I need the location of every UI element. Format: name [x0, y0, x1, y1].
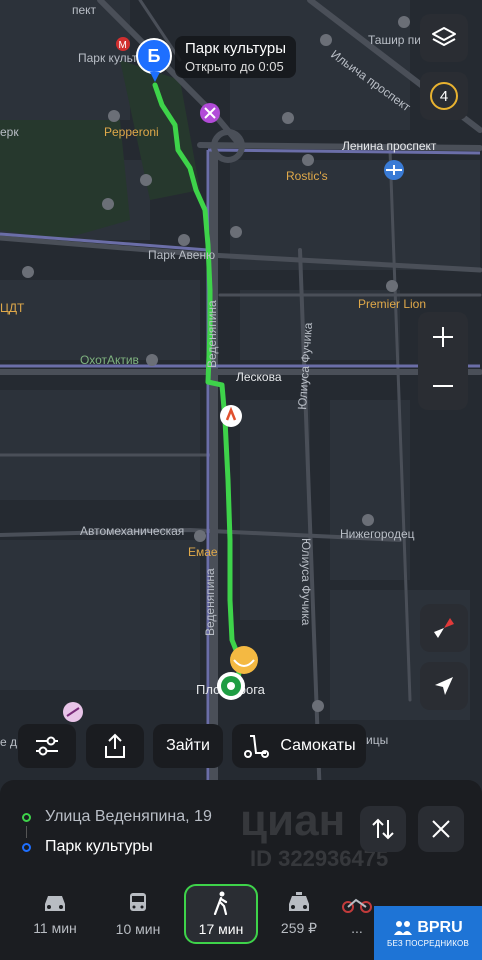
- sliders-icon: [36, 736, 58, 756]
- mode-bus[interactable]: 10 мин: [101, 884, 175, 944]
- mode-walk-label: 17 мин: [198, 921, 244, 937]
- mode-taxi[interactable]: 259 ₽: [262, 884, 336, 944]
- moto-icon: [342, 898, 372, 913]
- map-label-tsdt: ЦДТ: [0, 301, 25, 315]
- bus-icon: [130, 893, 146, 911]
- scooters-button[interactable]: Самокаты: [232, 724, 366, 768]
- route-connector: [26, 826, 27, 838]
- people-icon: [394, 920, 413, 935]
- bpru-badge: BPRU БЕЗ ПОСРЕДНИКОВ: [374, 906, 482, 960]
- route-from-field[interactable]: Улица Веденяпина, 19: [22, 808, 212, 826]
- map-label-lenina: Ленина проспект: [342, 139, 437, 153]
- swap-route-button[interactable]: [360, 806, 406, 852]
- mode-taxi-label: 259 ₽: [280, 919, 318, 936]
- mode-moto-label: ...: [351, 920, 363, 936]
- plane-poi-icon: [384, 160, 404, 180]
- zoom-out-button[interactable]: [418, 361, 468, 410]
- car-icon: [45, 896, 65, 911]
- scooter-icon: [244, 735, 270, 758]
- map-label-vedenyapina-1: Веденяпина: [205, 300, 219, 368]
- map-label-emae: Емае: [188, 545, 218, 559]
- map-label-perk: ерк: [0, 125, 19, 139]
- watermark-brand: циан: [240, 796, 346, 845]
- map-label-nizhegorodets: Нижегородец: [340, 527, 415, 541]
- fuel-poi-icon: [220, 405, 242, 427]
- map-label-tashir: Ташир пи: [368, 33, 421, 47]
- map-label-rostics: Rostic's: [286, 169, 328, 183]
- map-label-pepperoni: Pepperoni: [104, 125, 159, 139]
- destination-label[interactable]: Парк культуры Открыто до 0:05: [175, 36, 296, 78]
- route-settings-button[interactable]: [18, 724, 76, 768]
- mode-car[interactable]: 11 мин: [18, 884, 92, 944]
- map-label-de: е д: [0, 735, 17, 749]
- map-label-leskova: Лескова: [236, 370, 282, 384]
- mode-bus-label: 10 мин: [115, 921, 161, 937]
- route-to-text: Парк культуры: [45, 838, 153, 855]
- destination-pin-tail: [150, 72, 160, 82]
- svg-text:M: M: [119, 40, 127, 51]
- route-to-field[interactable]: Парк культуры: [22, 838, 153, 856]
- map-canvas[interactable]: пект Парк культу Pepperoni ерк Ташир пи …: [0, 0, 482, 800]
- compass-button[interactable]: [420, 604, 468, 652]
- taxi-icon: [289, 891, 309, 911]
- food-poi-icon: [230, 646, 258, 674]
- location-arrow-icon: [435, 677, 453, 695]
- close-icon: [432, 820, 450, 838]
- destination-pin-letter: Б: [147, 45, 161, 66]
- map-label-ohotaktiv: ОхотАктив: [80, 353, 139, 367]
- destination-pin[interactable]: Б: [136, 38, 172, 74]
- enter-label: Зайти: [166, 737, 210, 754]
- share-button[interactable]: [86, 724, 144, 768]
- walk-icon: [213, 891, 228, 915]
- mode-car-label: 11 мин: [33, 920, 77, 936]
- enter-button[interactable]: Зайти: [153, 724, 223, 768]
- scooter-poi-icon: [63, 702, 83, 722]
- zoom-controls: [418, 312, 468, 410]
- destination-name: Парк культуры: [185, 40, 286, 57]
- bpru-subtitle: БЕЗ ПОСРЕДНИКОВ: [387, 938, 469, 948]
- compass-icon: [434, 618, 454, 638]
- bpru-title: BPRU: [417, 918, 463, 936]
- cross-poi-icon: [200, 103, 220, 123]
- map-label-avtomehanicheskaya: Автомеханическая: [80, 524, 184, 538]
- mode-walk[interactable]: 17 мин: [184, 884, 258, 944]
- map-label-fuchika-2: Юлиуса Фучика: [299, 538, 313, 626]
- map-label-prospekt: пект: [72, 3, 97, 17]
- map-label-park-kultury: Парк культу: [78, 51, 144, 65]
- metro-icon: M: [116, 37, 130, 51]
- map-label-tsy: ицы: [366, 733, 388, 747]
- map-label-premier-lion: Premier Lion: [358, 297, 426, 311]
- from-dot-icon: [22, 812, 31, 822]
- destination-hours: Открыто до 0:05: [185, 59, 284, 74]
- scooters-label: Самокаты: [280, 737, 356, 754]
- to-dot-icon: [22, 842, 31, 852]
- traffic-counter-button[interactable]: 4: [420, 72, 468, 120]
- zoom-in-button[interactable]: [418, 312, 468, 361]
- swap-icon: [372, 818, 394, 840]
- close-route-button[interactable]: [418, 806, 464, 852]
- layers-icon: [432, 27, 456, 46]
- map-label-vedenyapina-2: Веденяпина: [203, 568, 217, 636]
- map-label-park-avenue: Парк Авеню: [148, 248, 215, 262]
- plus-icon: [433, 326, 453, 347]
- layers-button[interactable]: [420, 14, 468, 62]
- share-icon: [105, 733, 125, 758]
- route-from-text: Улица Веденяпина, 19: [45, 808, 212, 825]
- traffic-counter: 4: [430, 82, 458, 110]
- start-point-icon: [217, 672, 245, 700]
- my-location-button[interactable]: [420, 662, 468, 710]
- minus-icon: [433, 384, 453, 387]
